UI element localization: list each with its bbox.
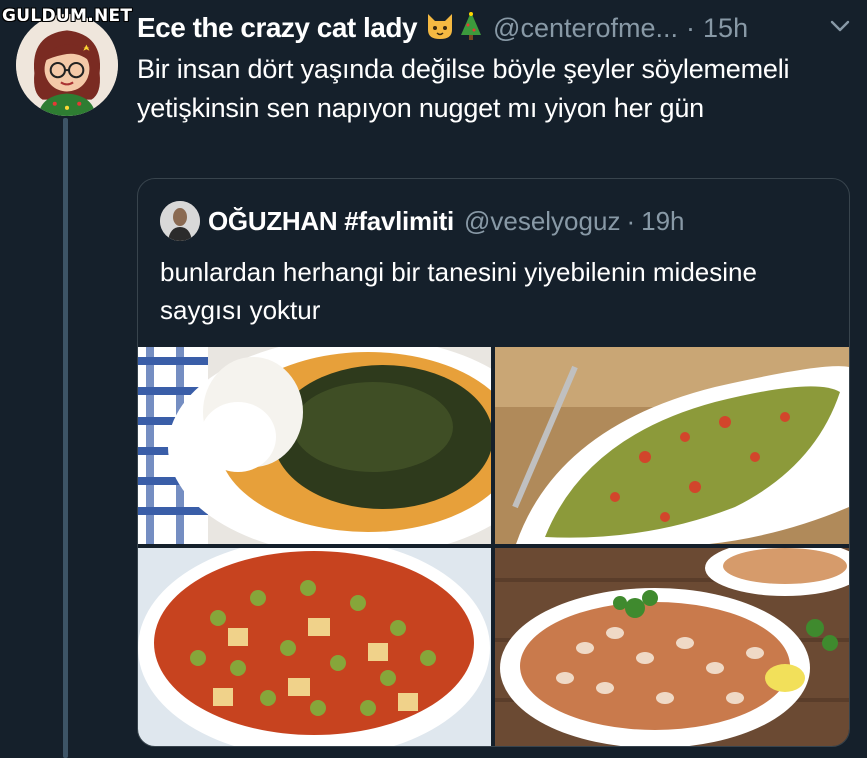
quoted-tweet[interactable]: OĞUZHAN #favlimiti @veselyoguz · 19h bun… [137,178,850,747]
tweet-timestamp[interactable]: 15h [703,13,748,44]
author-avatar[interactable] [16,14,118,116]
author-name[interactable]: Ece the crazy cat lady [137,12,418,44]
chevron-down-icon[interactable] [828,14,852,38]
tweet-header: Ece the crazy cat lady @centerofme... · … [137,10,852,46]
cat-face-icon [425,12,455,45]
quoted-author-handle[interactable]: @veselyoguz [464,206,620,237]
green-beans-photo[interactable] [495,347,849,544]
author-emojis [425,11,483,46]
thread-line [63,118,68,758]
quoted-text: bunlardan herhangi bir tanesini yiyebile… [160,257,757,325]
peas-stew-photo[interactable] [138,548,491,746]
author-handle[interactable]: @centerofme... [493,13,678,44]
quoted-header: OĞUZHAN #favlimiti @veselyoguz · 19h [208,201,685,241]
christmas-tree-icon [459,11,483,46]
photo-grid [138,347,849,746]
separator-dot: · [626,205,636,236]
spinach-with-yogurt-photo[interactable] [138,347,491,544]
quoted-timestamp[interactable]: 19h [641,206,684,237]
quoted-author-avatar[interactable] [160,201,200,241]
site-watermark: GULDUM.NET [2,6,133,26]
separator-dot: · [686,12,696,43]
tweet-text: Bir insan dört yaşında değilse böyle şey… [137,54,790,123]
quoted-author-name[interactable]: OĞUZHAN #favlimiti [208,206,454,237]
bean-stew-photo[interactable] [495,548,849,746]
